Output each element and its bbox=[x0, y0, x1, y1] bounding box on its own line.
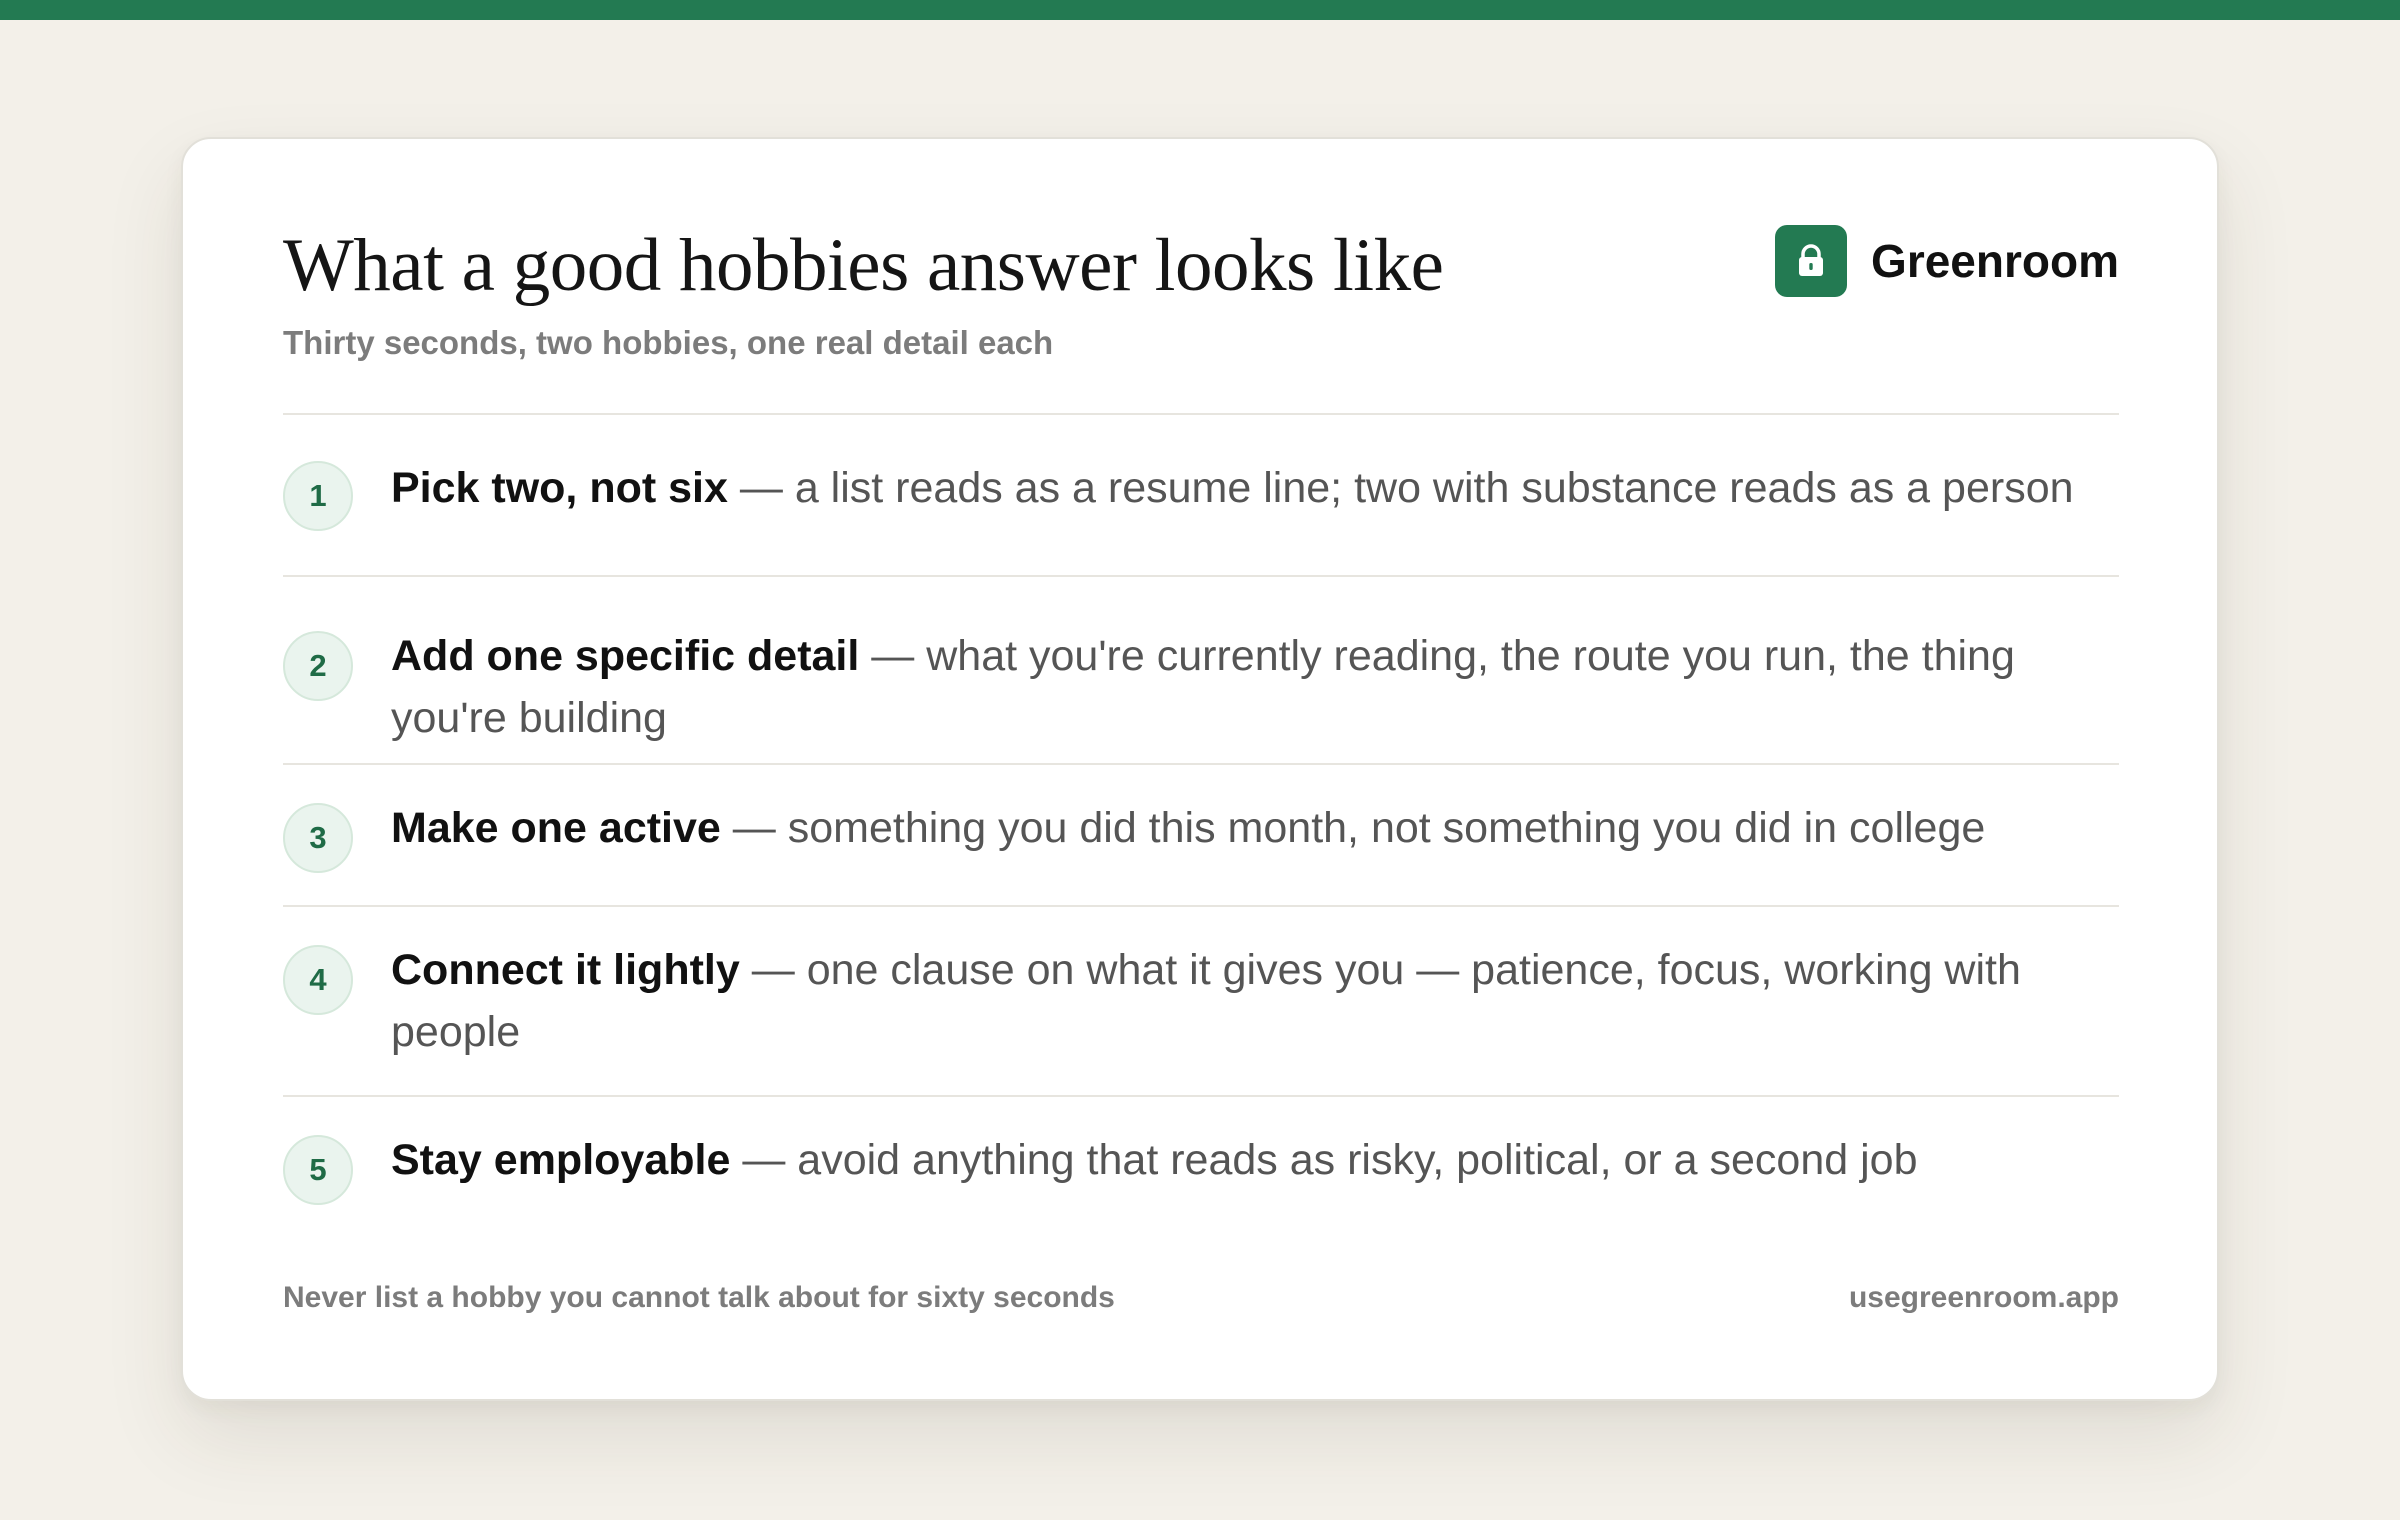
footer-url: usegreenroom.app bbox=[1848, 1281, 2119, 1314]
brand-name: Greenroom bbox=[1871, 235, 2119, 287]
tip-card: What a good hobbies answer looks like Th… bbox=[181, 137, 2219, 1401]
step-number-badge: 3 bbox=[283, 803, 353, 873]
step-separator: — bbox=[742, 1136, 786, 1184]
step-text: Connect it lightly — one clause on what … bbox=[391, 939, 2119, 1063]
step-detail: avoid anything that reads as risky, poli… bbox=[797, 1136, 1918, 1184]
page-title: What a good hobbies answer looks like bbox=[283, 224, 1444, 307]
step-number-badge: 4 bbox=[283, 945, 353, 1015]
steps-list: 1 Pick two, not six — a list reads as a … bbox=[283, 415, 2119, 1239]
card-content: What a good hobbies answer looks like Th… bbox=[283, 139, 2119, 1399]
brand-logo: Greenroom bbox=[1775, 225, 2119, 297]
list-item: 4 Connect it lightly — one clause on wha… bbox=[283, 907, 2119, 1097]
step-separator: — bbox=[739, 464, 783, 512]
step-separator: — bbox=[871, 632, 915, 680]
top-accent-bar bbox=[0, 0, 2400, 20]
footer-note: Never list a hobby you cannot talk about… bbox=[283, 1281, 1115, 1314]
step-text: Add one specific detail — what you're cu… bbox=[391, 625, 2119, 749]
page-subtitle: Thirty seconds, two hobbies, one real de… bbox=[283, 324, 1054, 361]
step-text: Make one active — something you did this… bbox=[391, 797, 2119, 859]
lock-icon bbox=[1775, 225, 1848, 297]
step-text: Stay employable — avoid anything that re… bbox=[391, 1129, 2119, 1191]
step-lead: Make one active bbox=[391, 804, 721, 852]
step-number-badge: 1 bbox=[283, 461, 353, 531]
step-text: Pick two, not six — a list reads as a re… bbox=[391, 457, 2119, 519]
step-number-badge: 5 bbox=[283, 1135, 353, 1205]
list-item: 1 Pick two, not six — a list reads as a … bbox=[283, 415, 2119, 577]
step-separator: — bbox=[732, 804, 776, 852]
step-detail: a list reads as a resume line; two with … bbox=[794, 464, 2074, 512]
step-number-badge: 2 bbox=[283, 631, 353, 701]
step-detail: something you did this month, not someth… bbox=[787, 804, 1986, 852]
step-lead: Connect it lightly bbox=[391, 946, 740, 994]
step-lead: Add one specific detail bbox=[391, 632, 860, 680]
step-lead: Pick two, not six bbox=[391, 464, 728, 512]
list-item: 5 Stay employable — avoid anything that … bbox=[283, 1097, 2119, 1239]
step-lead: Stay employable bbox=[391, 1136, 731, 1184]
list-item: 2 Add one specific detail — what you're … bbox=[283, 577, 2119, 765]
list-item: 3 Make one active — something you did th… bbox=[283, 765, 2119, 907]
step-separator: — bbox=[751, 946, 795, 994]
